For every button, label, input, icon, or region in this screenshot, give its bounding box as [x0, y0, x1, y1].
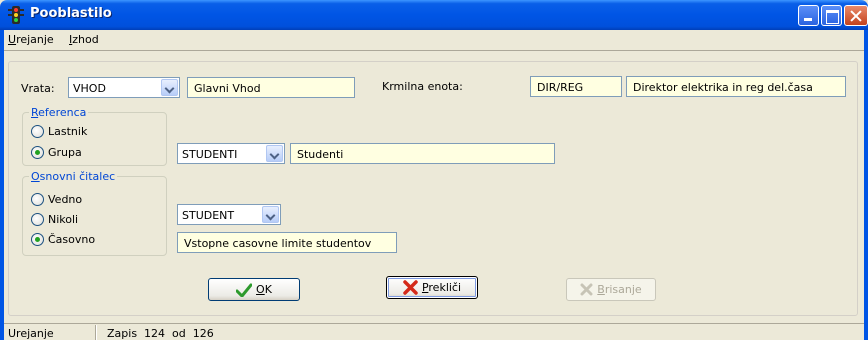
delete-label: Brisanje — [597, 283, 642, 296]
menu-bar: Urejanje Izhod — [4, 30, 864, 50]
window-title: Pooblastilo — [30, 6, 112, 21]
vrata-label: Vrata: — [21, 82, 55, 95]
krmilna-name-field[interactable]: Direktor elektrika in reg del.časa — [626, 76, 846, 97]
cancel-label: Prekliči — [421, 281, 462, 294]
referenca-name: Studenti — [297, 148, 344, 161]
red-x-icon — [403, 280, 418, 295]
radio-vedno-label: Vedno — [48, 193, 83, 206]
vrata-name-field[interactable]: Glavni Vhod — [187, 77, 355, 98]
vrata-combo[interactable]: VHOD — [68, 77, 180, 98]
radio-casovno-label: Časovno — [48, 233, 96, 246]
referenca-code: STUDENTI — [182, 148, 238, 161]
krmilna-name: Direktor elektrika in reg del.časa — [633, 81, 813, 94]
window-frame-left — [0, 30, 4, 340]
maximize-button[interactable] — [821, 5, 842, 26]
menu-urejanje[interactable]: Urejanje — [8, 33, 54, 46]
chevron-down-icon[interactable] — [266, 145, 283, 162]
vrata-name: Glavni Vhod — [194, 82, 261, 95]
radio-circle-checked[interactable] — [31, 233, 44, 246]
vrata-code: VHOD — [73, 82, 106, 95]
status-mode: Urejanje — [8, 327, 54, 340]
citalec-name-field[interactable]: Vstopne casovne limite studentov — [177, 232, 397, 253]
delete-button[interactable]: Brisanje — [566, 278, 656, 301]
krmilna-code-field[interactable]: DIR/REG — [530, 76, 622, 97]
cancel-button[interactable]: Prekliči — [386, 276, 478, 299]
radio-circle-checked[interactable] — [31, 146, 44, 159]
menu-izhod[interactable]: Izhod — [69, 33, 99, 46]
menu-separator — [4, 50, 864, 51]
referenca-title: Referenca — [29, 106, 89, 119]
radio-circle[interactable] — [31, 125, 44, 138]
ok-label: OK — [256, 283, 272, 296]
krmilna-label: Krmilna enota: — [382, 80, 463, 93]
radio-nikoli-label: Nikoli — [48, 213, 79, 226]
citalec-combo[interactable]: STUDENT — [177, 204, 281, 225]
citalec-title: Osnovni čitalec — [29, 170, 118, 183]
citalec-code: STUDENT — [182, 209, 235, 222]
ok-button[interactable]: OK — [208, 278, 300, 301]
close-button[interactable] — [844, 5, 868, 26]
status-record: Zapis 124 od 126 — [107, 327, 214, 340]
delete-x-icon — [580, 283, 593, 296]
krmilna-code: DIR/REG — [537, 81, 584, 94]
referenca-name-field[interactable]: Studenti — [290, 143, 555, 164]
title-bar[interactable]: Pooblastilo — [0, 0, 868, 30]
window-frame-right — [864, 30, 868, 340]
radio-lastnik-label: Lastnik — [48, 125, 88, 138]
traffic-light-icon — [8, 6, 24, 24]
chevron-down-icon[interactable] — [161, 79, 178, 96]
status-bar: Urejanje Zapis 124 od 126 — [4, 323, 864, 340]
minimize-button[interactable] — [798, 5, 819, 26]
radio-grupa-label: Grupa — [48, 146, 82, 159]
referenca-combo[interactable]: STUDENTI — [177, 143, 285, 164]
referenca-group: Referenca — [22, 106, 167, 166]
radio-circle[interactable] — [31, 193, 44, 206]
checkmark-icon — [236, 283, 253, 297]
radio-circle[interactable] — [31, 213, 44, 226]
chevron-down-icon[interactable] — [262, 206, 279, 223]
status-divider — [95, 325, 97, 340]
citalec-name: Vstopne casovne limite studentov — [184, 237, 372, 250]
